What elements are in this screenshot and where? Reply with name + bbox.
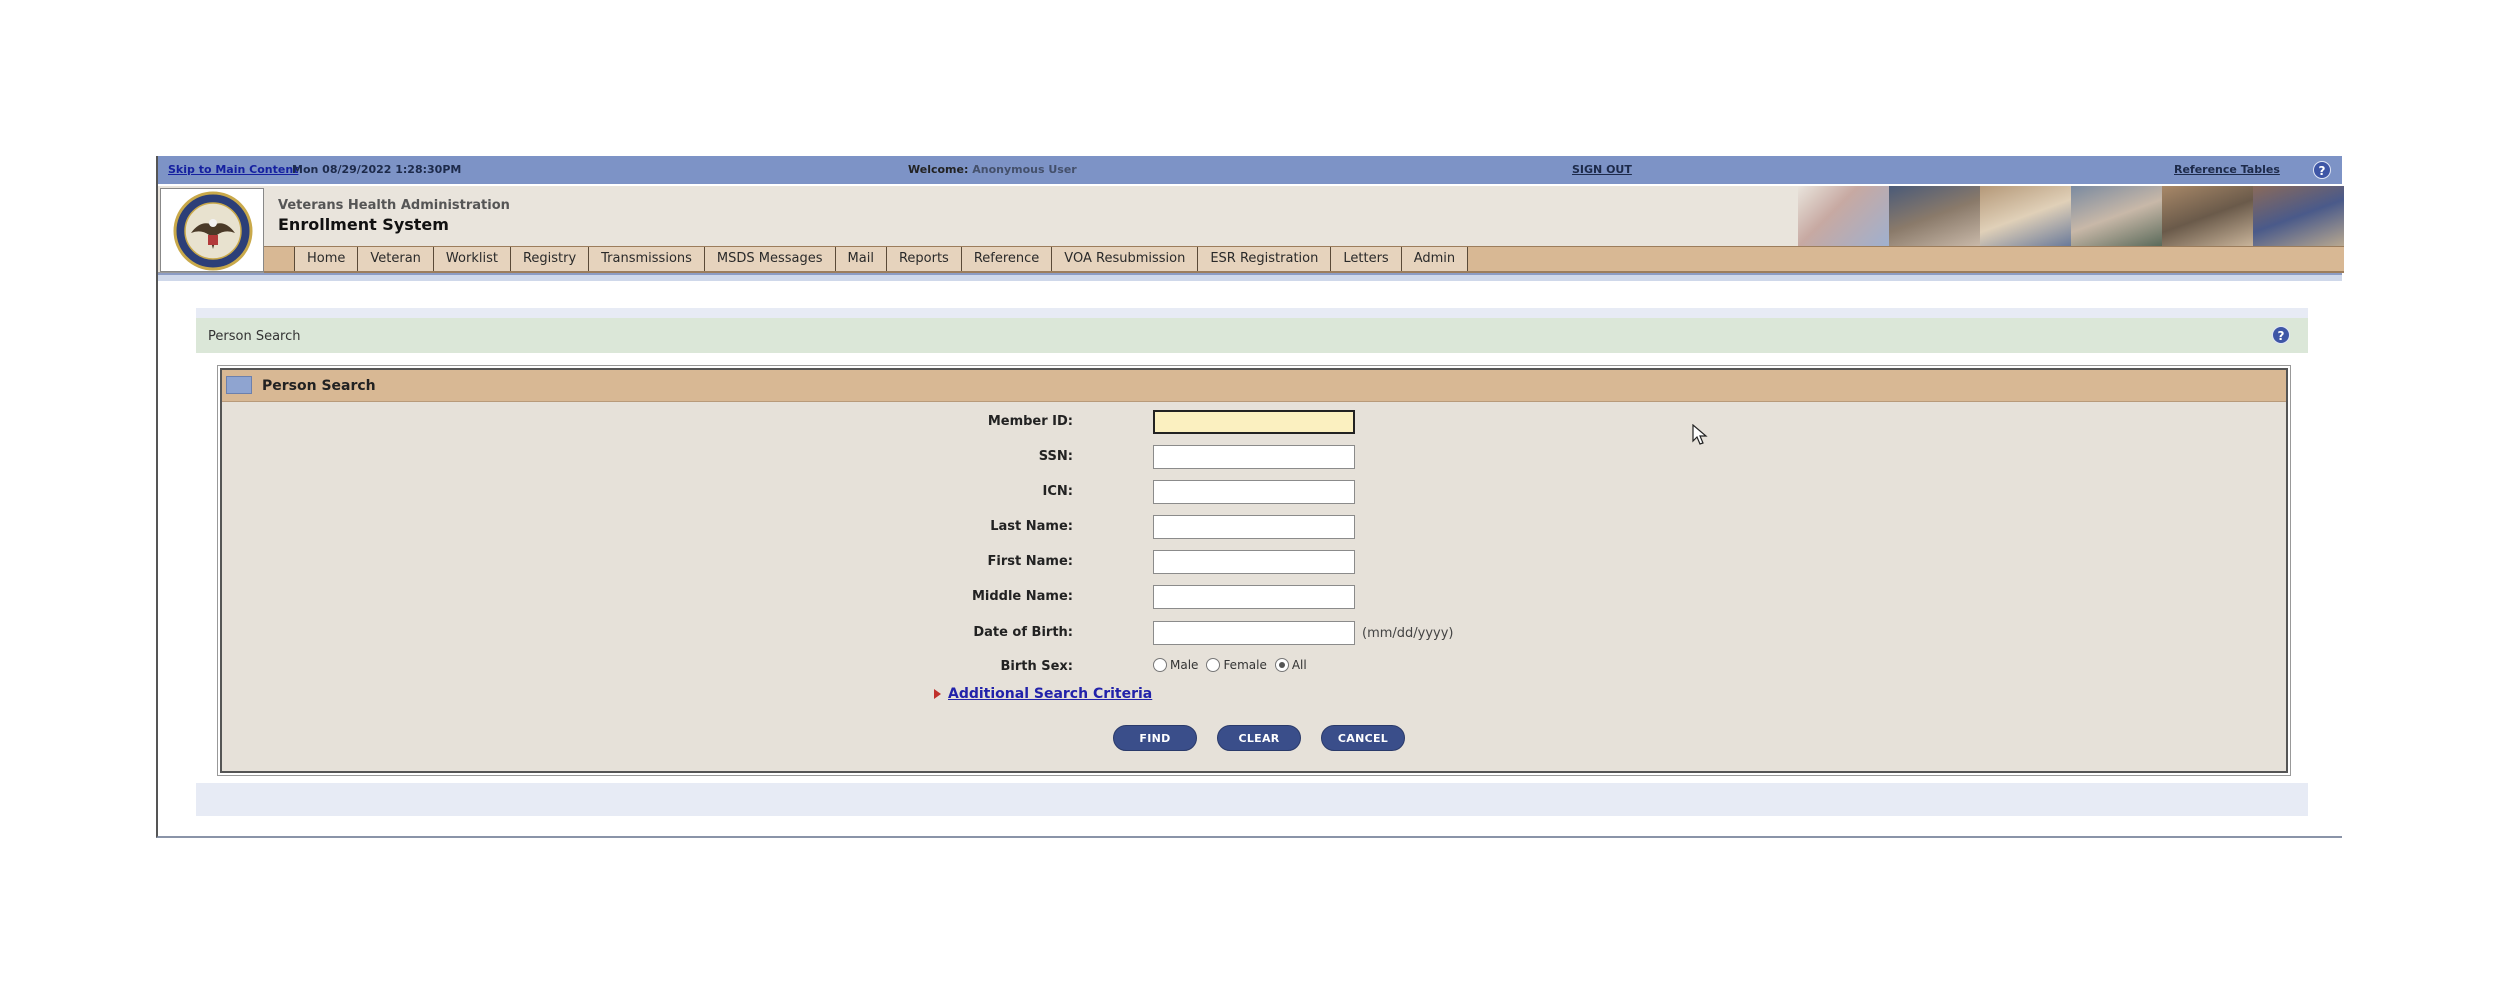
nav-mail[interactable]: Mail: [835, 247, 887, 271]
birth-sex-radio-group: Male Female All: [1153, 658, 1315, 672]
first-name-input[interactable]: [1153, 550, 1355, 574]
welcome-message: Welcome: Anonymous User: [908, 163, 1077, 176]
nav-esr-registration[interactable]: ESR Registration: [1198, 247, 1332, 271]
sign-out-link[interactable]: SIGN OUT: [1572, 163, 1632, 176]
ssn-label: SSN:: [1038, 449, 1073, 464]
clear-button[interactable]: CLEAR: [1217, 725, 1301, 751]
member-id-row: Member ID:: [222, 408, 2286, 434]
page-help-icon[interactable]: ?: [2272, 326, 2290, 344]
app-header: Veterans Health Administration Enrollmen…: [158, 186, 2344, 273]
nav-transmissions[interactable]: Transmissions: [589, 247, 705, 271]
nav-veteran[interactable]: Veteran: [358, 247, 434, 271]
app-name: Enrollment System: [278, 215, 449, 234]
dob-format-hint: (mm/dd/yyyy): [1362, 626, 1454, 641]
last-name-label: Last Name:: [990, 519, 1073, 534]
panel-header: Person Search: [222, 370, 2286, 402]
expand-arrow-icon[interactable]: [934, 689, 941, 699]
header-photo-banner: [1798, 186, 2344, 246]
photo-2: [1980, 186, 2071, 246]
member-id-label: Member ID:: [987, 414, 1073, 429]
find-button[interactable]: FIND: [1113, 725, 1197, 751]
middle-name-row: Middle Name:: [222, 583, 2286, 609]
person-search-panel: Person Search Member ID: SSN: ICN: Last …: [217, 365, 2291, 776]
nav-list: Home Veteran Worklist Registry Transmiss…: [294, 247, 1469, 271]
nav-letters[interactable]: Letters: [1331, 247, 1402, 271]
nav-registry[interactable]: Registry: [510, 247, 590, 271]
nav-home[interactable]: Home: [295, 247, 359, 271]
main-nav: Home Veteran Worklist Registry Transmiss…: [264, 246, 2344, 273]
member-id-input[interactable]: [1153, 410, 1355, 434]
nav-admin[interactable]: Admin: [1401, 247, 1469, 271]
ssn-input[interactable]: [1153, 445, 1355, 469]
first-name-row: First Name:: [222, 548, 2286, 574]
additional-search-criteria-link[interactable]: Additional Search Criteria: [948, 686, 1152, 702]
cancel-button[interactable]: CANCEL: [1321, 725, 1405, 751]
last-name-row: Last Name:: [222, 513, 2286, 539]
birth-sex-female-label: Female: [1223, 658, 1267, 672]
panel-wrapper: Person Search Member ID: SSN: ICN: Last …: [196, 353, 2308, 783]
photo-3: [2071, 186, 2162, 246]
photo-5: [2253, 186, 2344, 246]
birth-sex-female-radio[interactable]: [1206, 658, 1221, 672]
panel-title: Person Search: [262, 378, 376, 394]
photo-4: [2162, 186, 2253, 246]
welcome-label: Welcome:: [908, 163, 969, 176]
breadcrumb: Person Search ?: [196, 318, 2308, 353]
icn-label: ICN:: [1042, 484, 1073, 499]
dob-row: Date of Birth: (mm/dd/yyyy): [222, 619, 2286, 645]
middle-name-input[interactable]: [1153, 585, 1355, 609]
icn-row: ICN:: [222, 478, 2286, 504]
photo-1: [1889, 186, 1980, 246]
reference-tables-link[interactable]: Reference Tables: [2174, 163, 2280, 176]
nav-separator: [158, 273, 2342, 281]
main-content: Person Search ? Person Search Member ID:…: [196, 318, 2308, 806]
birth-sex-male-radio[interactable]: [1153, 658, 1167, 672]
mouse-pointer-icon: [1692, 424, 1708, 445]
birth-sex-male-label: Male: [1170, 658, 1199, 672]
last-name-input[interactable]: [1153, 515, 1355, 539]
current-datetime: Mon 08/29/2022 1:28:30PM: [292, 163, 462, 176]
dob-label: Date of Birth:: [973, 625, 1073, 640]
flag-photo: [1798, 186, 1889, 246]
seal-emblem-icon: [173, 191, 253, 271]
va-seal-logo: [160, 188, 264, 272]
help-icon[interactable]: ?: [2313, 161, 2331, 179]
enrollment-app-window: Skip to Main Content Mon 08/29/2022 1:28…: [156, 156, 2344, 838]
nav-reference[interactable]: Reference: [961, 247, 1053, 271]
top-bar: Skip to Main Content Mon 08/29/2022 1:28…: [158, 156, 2342, 184]
birth-sex-all-radio[interactable]: [1274, 658, 1289, 672]
birth-sex-label: Birth Sex:: [1000, 659, 1073, 674]
first-name-label: First Name:: [987, 554, 1073, 569]
nav-worklist[interactable]: Worklist: [433, 247, 511, 271]
birth-sex-row: Birth Sex: Male Female All: [222, 653, 2286, 679]
nav-msds-messages[interactable]: MSDS Messages: [704, 247, 836, 271]
birth-sex-all-label: All: [1291, 658, 1307, 672]
page-title: Person Search: [208, 329, 301, 344]
middle-name-label: Middle Name:: [971, 589, 1073, 604]
welcome-user: Anonymous User: [972, 163, 1077, 176]
skip-to-main-link[interactable]: Skip to Main Content: [168, 163, 298, 176]
nav-voa-resubmission[interactable]: VOA Resubmission: [1052, 247, 1199, 271]
panel-header-icon: [226, 376, 252, 394]
dob-input[interactable]: [1153, 621, 1355, 645]
icn-input[interactable]: [1153, 480, 1355, 504]
nav-reports[interactable]: Reports: [886, 247, 962, 271]
org-name: Veterans Health Administration: [278, 198, 510, 213]
ssn-row: SSN:: [222, 443, 2286, 469]
